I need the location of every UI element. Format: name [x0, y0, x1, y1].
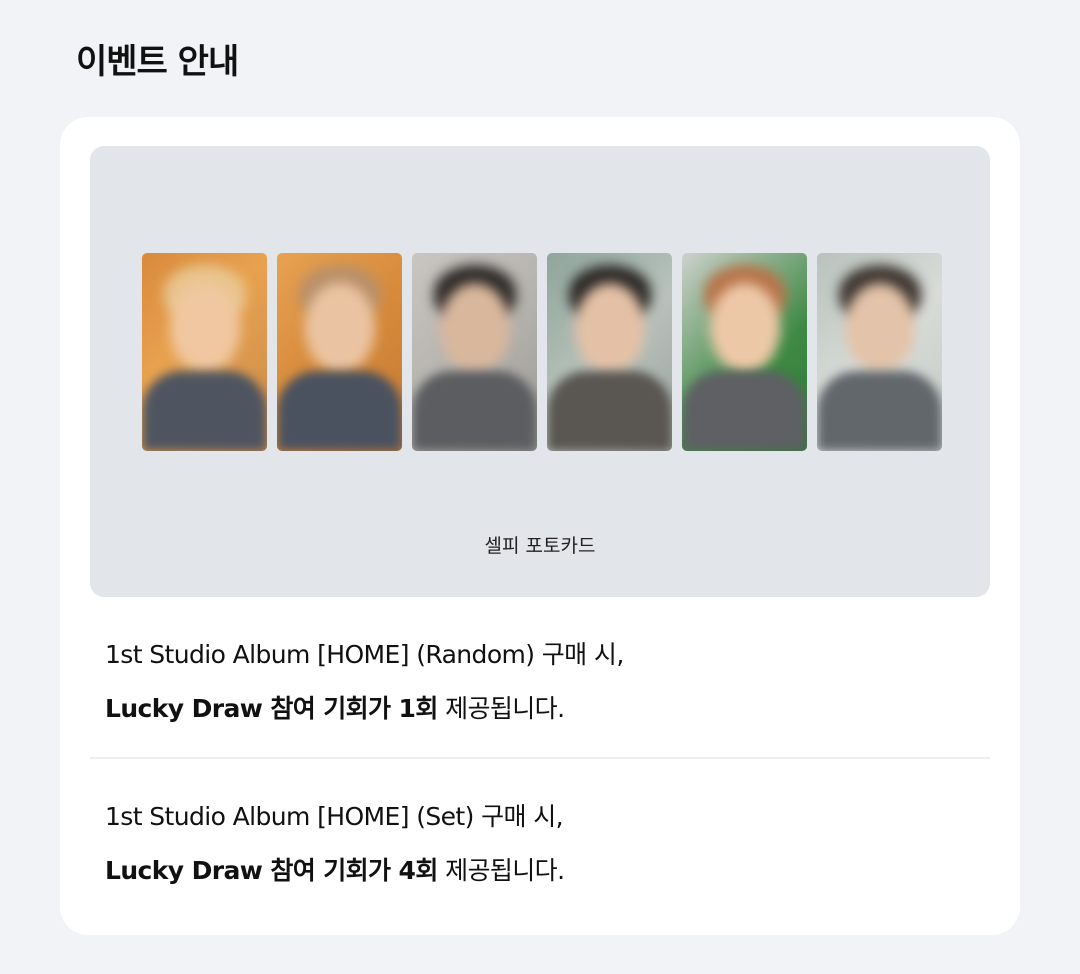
page-title: 이벤트 안내: [76, 42, 239, 82]
offer-condition: 1st Studio Album [HOME] (Set) 구매 시,: [105, 802, 564, 831]
offer-detail: Lucky Draw 참여 기회가 4회 제공됩니다.: [105, 851, 565, 887]
offer-condition: 1st Studio Album [HOME] (Random) 구매 시,: [105, 640, 624, 669]
offer-highlight: Lucky Draw 참여 기회가 1회: [105, 694, 438, 723]
photocard-row: [142, 253, 942, 451]
photocard-image: [547, 253, 672, 451]
offer-suffix: 제공됩니다.: [437, 694, 565, 723]
photocard-image: [142, 253, 267, 451]
offer-detail: Lucky Draw 참여 기회가 1회 제공됩니다.: [105, 689, 624, 725]
offer-set: 1st Studio Album [HOME] (Set) 구매 시, Luck…: [105, 797, 565, 887]
photocard-image: [817, 253, 942, 451]
offer-suffix: 제공됩니다.: [437, 856, 565, 885]
photocard-image: [277, 253, 402, 451]
photocard-image: [682, 253, 807, 451]
event-info-card: 셀피 포토카드 1st Studio Album [HOME] (Random)…: [60, 117, 1020, 935]
photocard-image: [412, 253, 537, 451]
offer-random: 1st Studio Album [HOME] (Random) 구매 시, L…: [105, 635, 624, 725]
offer-highlight: Lucky Draw 참여 기회가 4회: [105, 856, 438, 885]
photocard-preview: 셀피 포토카드: [90, 146, 990, 597]
photocard-caption: 셀피 포토카드: [484, 535, 596, 557]
divider: [90, 757, 990, 759]
